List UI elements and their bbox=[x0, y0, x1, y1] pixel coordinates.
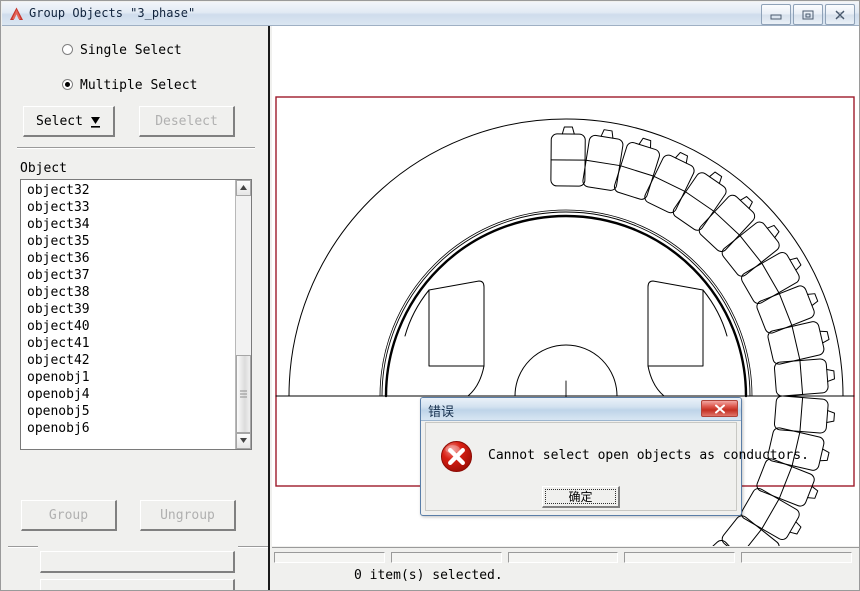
radio-multiple-select-label: Multiple Select bbox=[80, 78, 198, 93]
exit-divider-right bbox=[238, 546, 268, 548]
select-button[interactable]: Select bbox=[23, 106, 115, 137]
radio-multiple-select-mark bbox=[62, 79, 73, 90]
error-dialog-ok-label: 确定 bbox=[568, 490, 593, 504]
radio-single-select-mark bbox=[62, 44, 73, 55]
error-dialog-message: Cannot select open objects as conductors… bbox=[488, 448, 809, 463]
status-cell bbox=[741, 552, 852, 563]
list-item[interactable]: object42 bbox=[21, 352, 234, 369]
matlab-icon bbox=[10, 7, 23, 20]
error-dialog-ok-button[interactable]: 确定 bbox=[542, 486, 620, 508]
error-dialog-body: Cannot select open objects as conductors… bbox=[425, 422, 809, 511]
exit-divider-left bbox=[8, 546, 38, 548]
error-icon bbox=[440, 440, 473, 473]
bottom-strip bbox=[40, 579, 235, 590]
error-dialog-titlebar: 错误 bbox=[421, 398, 741, 421]
window-controls bbox=[761, 4, 855, 25]
list-item[interactable]: object34 bbox=[21, 216, 234, 233]
radio-single-select-label: Single Select bbox=[80, 43, 182, 58]
ungroup-button: Ungroup bbox=[140, 500, 236, 531]
scrollbar-thumb[interactable] bbox=[236, 355, 251, 433]
close-button[interactable] bbox=[825, 4, 855, 25]
panel-divider bbox=[17, 147, 255, 149]
restore-icon bbox=[802, 10, 814, 19]
application-window: Group Objects "3_phase" Single Select Mu… bbox=[0, 0, 860, 591]
object-list-label: Object bbox=[20, 161, 67, 176]
scroll-up-arrow-icon bbox=[240, 185, 247, 190]
list-item[interactable]: object32 bbox=[21, 182, 234, 199]
deselect-button: Deselect bbox=[139, 106, 235, 137]
list-item[interactable]: object33 bbox=[21, 199, 234, 216]
close-icon bbox=[714, 404, 725, 413]
left-control-panel: Single Select Multiple Select Select Des… bbox=[2, 26, 270, 590]
list-item[interactable]: openobj5 bbox=[21, 403, 234, 420]
listbox-scrollbar[interactable] bbox=[235, 180, 251, 449]
status-cell bbox=[274, 552, 385, 563]
status-bar: 0 item(s) selected. bbox=[272, 547, 859, 590]
restore-button[interactable] bbox=[793, 4, 823, 25]
minimize-button[interactable] bbox=[761, 4, 791, 25]
exit-button[interactable]: Exit bbox=[40, 551, 235, 573]
status-cell bbox=[507, 552, 619, 563]
list-item[interactable]: openobj6 bbox=[21, 420, 234, 437]
list-item[interactable]: object37 bbox=[21, 267, 234, 284]
list-item[interactable]: openobj1 bbox=[21, 369, 234, 386]
selection-status-text: 0 item(s) selected. bbox=[354, 568, 503, 583]
window-titlebar: Group Objects "3_phase" bbox=[2, 2, 859, 26]
object-listbox[interactable]: object32 object33 object34 object35 object36… bbox=[20, 179, 252, 450]
list-item[interactable]: object36 bbox=[21, 250, 234, 267]
status-cell bbox=[624, 552, 736, 563]
list-item[interactable]: object35 bbox=[21, 233, 234, 250]
minimize-icon bbox=[770, 14, 782, 19]
list-item[interactable]: object41 bbox=[21, 335, 234, 352]
scroll-up-button[interactable] bbox=[236, 180, 251, 196]
scroll-down-button[interactable] bbox=[236, 433, 251, 449]
scroll-thumb-grip-icon bbox=[240, 390, 247, 398]
list-item[interactable]: openobj4 bbox=[21, 386, 234, 403]
window-title: Group Objects "3_phase" bbox=[29, 6, 196, 20]
error-dialog-close-button[interactable] bbox=[701, 400, 738, 417]
error-dialog: 错误 Cannot select open objects as conduct… bbox=[420, 397, 809, 516]
list-item[interactable]: object38 bbox=[21, 284, 234, 301]
object-list-items: object32 object33 object34 object35 object36… bbox=[21, 182, 234, 437]
status-cell bbox=[390, 552, 502, 563]
group-button: Group bbox=[21, 500, 117, 531]
error-dialog-title: 错误 bbox=[428, 405, 455, 420]
status-panel-segments bbox=[274, 552, 858, 563]
close-icon bbox=[835, 10, 845, 19]
list-item[interactable]: object39 bbox=[21, 301, 234, 318]
scroll-down-arrow-icon bbox=[240, 438, 247, 443]
dropdown-arrow-icon bbox=[91, 117, 100, 128]
list-item[interactable]: object40 bbox=[21, 318, 234, 335]
